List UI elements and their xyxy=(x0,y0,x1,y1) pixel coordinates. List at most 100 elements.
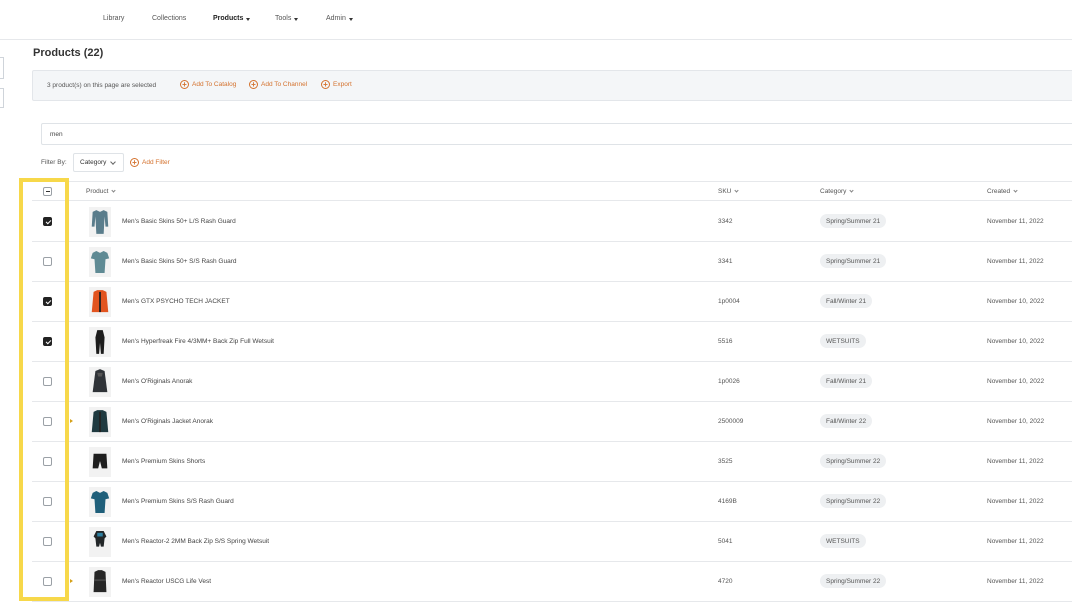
select-all-checkbox[interactable] xyxy=(43,187,52,196)
action-label: Add To Channel xyxy=(261,81,308,88)
created-date: November 10, 2022 xyxy=(987,338,1045,345)
tshirt-icon xyxy=(89,247,111,277)
sidebar-collapsed-edge[interactable] xyxy=(0,57,4,79)
column-label: Product xyxy=(86,188,109,195)
chevron-down-icon xyxy=(246,17,251,21)
selection-bar: 3 product(s) on this page are selected +… xyxy=(32,70,1072,101)
sku-cell: 4169B xyxy=(718,498,737,505)
add-filter-label: Add Filter xyxy=(142,159,170,166)
column-header-product[interactable]: Product xyxy=(86,188,117,195)
sku-cell: 5041 xyxy=(718,538,733,545)
nav-label: Admin xyxy=(326,15,346,22)
sku-cell: 3341 xyxy=(718,258,733,265)
nav-item-tools[interactable]: Tools xyxy=(275,15,299,22)
expand-arrow-icon[interactable] xyxy=(70,419,73,423)
row-checkbox[interactable] xyxy=(43,497,52,506)
row-checkbox[interactable] xyxy=(43,257,52,266)
column-header-category[interactable]: Category xyxy=(820,188,854,195)
row-checkbox[interactable] xyxy=(43,217,52,226)
table-row[interactable]: Men's Premium Skins Shorts 3525 Spring/Sum… xyxy=(32,442,1072,482)
product-name[interactable]: Men's Reactor USCG Life Vest xyxy=(122,578,211,585)
add-to-catalog-button[interactable]: + Add To Catalog xyxy=(180,80,236,89)
row-checkbox[interactable] xyxy=(43,377,52,386)
column-label: Category xyxy=(820,188,847,195)
table-row[interactable]: Men's Basic Skins 50+ S/S Rash Guard 3341… xyxy=(32,242,1072,282)
product-name[interactable]: Men's Premium Skins Shorts xyxy=(122,458,205,465)
product-name[interactable]: Men's O'Riginals Jacket Anorak xyxy=(122,418,213,425)
category-badge: Fall/Winter 22 xyxy=(820,414,873,428)
page-title: Products (22) xyxy=(33,47,104,59)
sku-cell: 5516 xyxy=(718,338,733,345)
created-date: November 11, 2022 xyxy=(987,218,1044,225)
row-checkbox[interactable] xyxy=(43,337,52,346)
product-name[interactable]: Men's Basic Skins 50+ S/S Rash Guard xyxy=(122,258,237,265)
chevron-down-icon xyxy=(734,188,739,193)
selection-count-text: 3 product(s) on this page are selected xyxy=(47,82,157,89)
column-header-created[interactable]: Created xyxy=(987,188,1018,195)
table-row[interactable]: Men's Reactor-2 2MM Back Zip S/S Spring … xyxy=(32,522,1072,562)
created-date: November 10, 2022 xyxy=(987,298,1045,305)
product-name[interactable]: Men's Hyperfreak Fire 4/3MM+ Back Zip Fu… xyxy=(122,338,274,345)
category-badge: Spring/Summer 22 xyxy=(820,494,887,508)
chevron-down-icon xyxy=(110,158,117,165)
nav-label: Collections xyxy=(152,15,187,22)
product-name[interactable]: Men's O'Riginals Anorak xyxy=(122,378,192,385)
table-row[interactable]: Men's Hyperfreak Fire 4/3MM+ Back Zip Fu… xyxy=(32,322,1072,362)
category-badge: Spring/Summer 21 xyxy=(820,214,887,228)
table-row[interactable]: Men's O'Riginals Jacket Anorak 2500009 Fal… xyxy=(32,402,1072,442)
category-badge: WETSUITS xyxy=(820,334,866,348)
product-name[interactable]: Men's Premium Skins S/S Rash Guard xyxy=(122,498,234,505)
nav-item-products[interactable]: Products xyxy=(213,15,251,22)
row-checkbox[interactable] xyxy=(43,417,52,426)
nav-label: Products xyxy=(213,15,244,22)
category-filter-select[interactable]: Category xyxy=(73,153,124,172)
row-checkbox[interactable] xyxy=(43,537,52,546)
table-row[interactable]: Men's Basic Skins 50+ L/S Rash Guard 3342… xyxy=(32,202,1072,242)
add-filter-button[interactable]: + Add Filter xyxy=(130,158,170,167)
created-date: November 11, 2022 xyxy=(987,538,1044,545)
sku-cell: 4720 xyxy=(718,578,733,585)
sidebar-collapsed-edge[interactable] xyxy=(0,88,4,108)
row-checkbox[interactable] xyxy=(43,297,52,306)
export-button[interactable]: + Export xyxy=(321,80,352,89)
table-row[interactable]: Men's Premium Skins S/S Rash Guard 4169B S… xyxy=(32,482,1072,522)
created-date: November 11, 2022 xyxy=(987,458,1044,465)
product-name[interactable]: Men's Reactor-2 2MM Back Zip S/S Spring … xyxy=(122,538,269,545)
nav-label: Tools xyxy=(275,15,292,22)
row-checkbox[interactable] xyxy=(43,577,52,586)
category-badge: Fall/Winter 21 xyxy=(820,374,873,388)
life-vest-icon xyxy=(89,567,111,597)
add-to-channel-button[interactable]: + Add To Channel xyxy=(249,80,307,89)
jacket-icon xyxy=(89,407,111,437)
category-badge: Spring/Summer 21 xyxy=(820,254,887,268)
tshirt-icon xyxy=(89,487,111,517)
nav-item-collections[interactable]: Collections xyxy=(152,15,186,22)
search-value: men xyxy=(50,131,63,138)
row-checkbox[interactable] xyxy=(43,457,52,466)
chevron-down-icon xyxy=(1013,188,1018,193)
action-label: Add To Catalog xyxy=(192,81,237,88)
expand-arrow-icon[interactable] xyxy=(70,579,73,583)
table-row[interactable]: Men's GTX PSYCHO TECH JACKET 1p0004 Fall/W… xyxy=(32,282,1072,322)
spring-wetsuit-icon xyxy=(89,527,111,557)
created-date: November 10, 2022 xyxy=(987,418,1045,425)
search-input[interactable]: men xyxy=(41,123,1072,145)
anorak-icon xyxy=(89,367,111,397)
top-nav: Library Collections Products Tools Admin xyxy=(0,0,1072,40)
product-name[interactable]: Men's GTX PSYCHO TECH JACKET xyxy=(122,298,230,305)
longsleeve-shirt-icon xyxy=(89,207,111,237)
nav-item-library[interactable]: Library xyxy=(103,15,124,22)
sku-cell: 1p0026 xyxy=(718,378,740,385)
sku-cell: 3342 xyxy=(718,218,733,225)
created-date: November 11, 2022 xyxy=(987,498,1044,505)
table-row[interactable]: Men's Reactor USCG Life Vest 4720 Spring/S… xyxy=(32,562,1072,602)
created-date: November 11, 2022 xyxy=(987,578,1044,585)
filter-label: Filter By: xyxy=(41,159,67,166)
product-name[interactable]: Men's Basic Skins 50+ L/S Rash Guard xyxy=(122,218,236,225)
chevron-down-icon xyxy=(348,17,353,21)
sku-cell: 1p0004 xyxy=(718,298,740,305)
table-row[interactable]: Men's O'Riginals Anorak 1p0026 Fall/Winter… xyxy=(32,362,1072,402)
nav-item-admin[interactable]: Admin xyxy=(326,15,353,22)
column-header-sku[interactable]: SKU xyxy=(718,188,739,195)
column-label: SKU xyxy=(718,188,732,195)
